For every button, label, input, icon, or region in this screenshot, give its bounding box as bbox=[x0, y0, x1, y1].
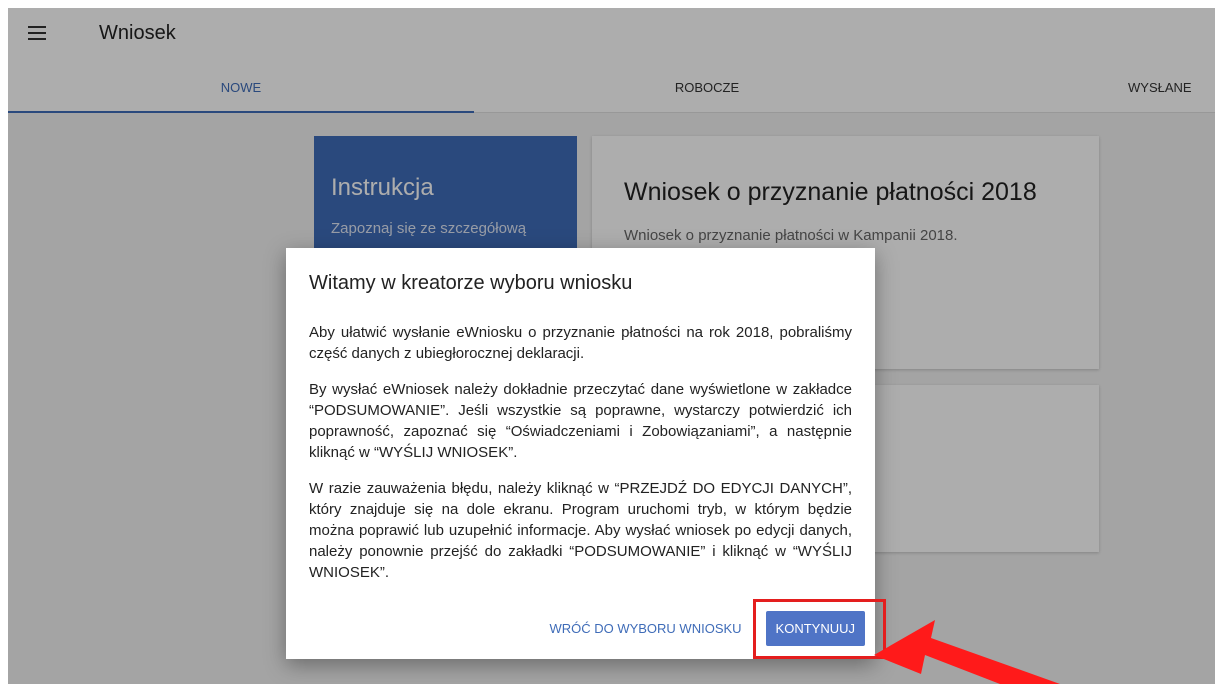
dialog-paragraph-2: By wysłać eWniosek należy dokładnie prze… bbox=[309, 381, 852, 461]
dialog-title: Witamy w kreatorze wyboru wniosku bbox=[309, 272, 633, 294]
dialog-paragraph-3: W razie zauważenia błędu, należy kliknąć… bbox=[309, 480, 852, 581]
dialog-paragraph-1: Aby ułatwić wysłanie eWniosku o przyznan… bbox=[309, 324, 852, 362]
welcome-dialog: Witamy w kreatorze wyboru wniosku Aby uł… bbox=[286, 248, 875, 659]
annotation-highlight-box bbox=[753, 599, 886, 659]
back-to-selection-button[interactable]: WRÓĆ DO WYBORU WNIOSKU bbox=[537, 613, 753, 644]
